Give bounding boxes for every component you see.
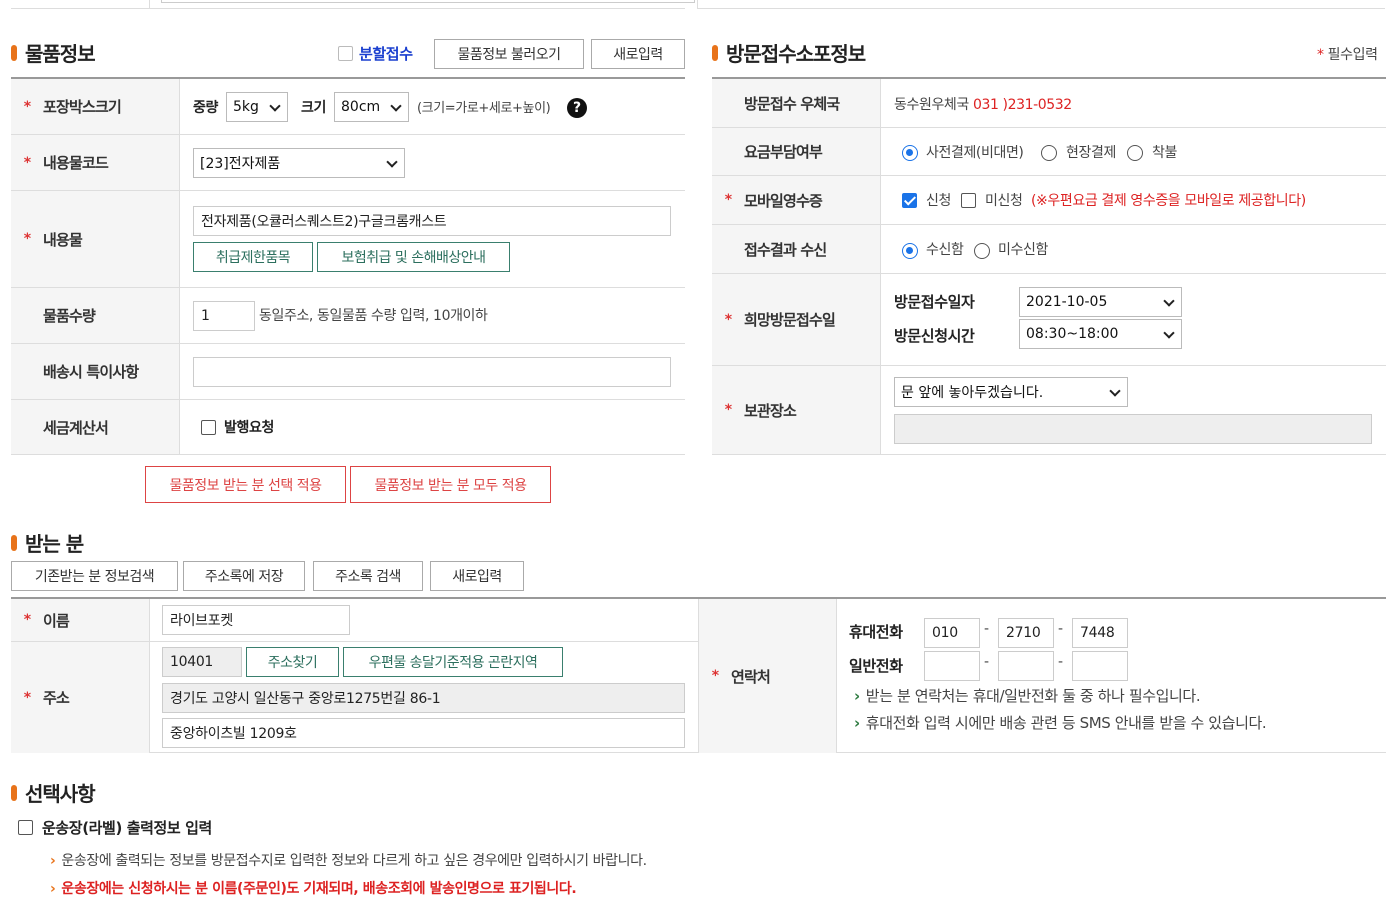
address-line2-input[interactable]: 중앙하이츠빌 1209호 xyxy=(162,718,685,748)
visit-date-select[interactable]: 2021-10-05 xyxy=(1019,287,1182,317)
item-table: * 포장박스크기 중량 5kg 크기 80cm (크기=가로+세로+높이) ? *… xyxy=(11,77,685,455)
result-receive-row: 접수결과 수신 수신함 미수신함 xyxy=(712,225,1386,274)
size-select[interactable]: 80cm xyxy=(334,92,409,122)
tax-invoice-label[interactable]: 발행요청 xyxy=(224,417,274,437)
chevron-down-icon xyxy=(1163,327,1175,339)
visit-table: 방문접수 우체국 동수원우체국 031 )231-0532 요금부담여부 사전결… xyxy=(712,77,1386,455)
mobile-receipt-apply-checkbox[interactable] xyxy=(902,193,917,208)
section-mark-icon xyxy=(11,44,17,61)
caret-icon: › xyxy=(50,853,56,869)
delivery-note-input[interactable] xyxy=(193,357,671,387)
item-section-title: 물품정보 xyxy=(11,38,96,67)
caret-icon: › xyxy=(854,714,860,732)
help-icon[interactable]: ? xyxy=(567,98,587,118)
delivery-note-row: 배송시 특이사항 xyxy=(11,344,685,400)
section-mark-icon xyxy=(11,784,17,801)
name-input[interactable]: 라이브포켓 xyxy=(162,605,350,635)
chevron-down-icon xyxy=(1109,385,1121,397)
top-right-remnant xyxy=(697,0,1385,9)
apply-selected-button[interactable]: 물품정보 받는 분 선택 적용 xyxy=(145,466,346,503)
mobile-receipt-decline-checkbox[interactable] xyxy=(961,193,976,208)
new-recipient-button[interactable]: 새로입력 xyxy=(430,561,524,591)
desired-date-row: * 희망방문접수일 방문접수일자 2021-10-05 방문신청시간 08:30~… xyxy=(712,274,1386,366)
post-office-row: 방문접수 우체국 동수원우체국 031 )231-0532 xyxy=(712,79,1386,128)
section-mark-icon xyxy=(712,44,718,61)
content-code-select[interactable]: [23]전자제품 xyxy=(193,148,405,178)
load-item-button[interactable]: 물품정보 불러오기 xyxy=(434,39,584,69)
mobile-part3-input[interactable]: 7448 xyxy=(1072,618,1128,648)
options-note-2: › 운송장에는 신청하시는 분 이름(주문인)도 기재되며, 배송조회에 발송인명… xyxy=(50,881,577,897)
receive-no-radio[interactable] xyxy=(974,243,990,259)
weight-label: 중량 xyxy=(193,100,218,116)
content-row: * 내용물 전자제품(오큘러스퀘스트2)구글크롬캐스트 취급제한품목 보험취급 및… xyxy=(11,191,685,288)
recipient-section-title: 받는 분 xyxy=(11,528,84,557)
quantity-row: 물품수량 1 동일주소, 동일물품 수량 입력, 10개이하 xyxy=(11,288,685,344)
content-code-row: * 내용물코드 [23]전자제품 xyxy=(11,135,685,191)
quantity-hint: 동일주소, 동일물품 수량 입력, 10개이하 xyxy=(259,308,488,324)
chevron-down-icon xyxy=(1163,295,1175,307)
payment-row: 요금부담여부 사전결제(비대면) 현장결제 착불 xyxy=(712,128,1386,176)
mobile-receipt-row: * 모바일영수증 신청 미신청 (※우편요금 결제 영수증을 모바일로 제공합니다… xyxy=(712,176,1386,225)
name-row: * 이름 라이브포켓 xyxy=(11,599,698,642)
storage-row: * 보관장소 문 앞에 놓아두겠습니다. xyxy=(712,366,1386,455)
contact-label-cell: * 연락처 xyxy=(699,599,837,753)
mobile-receipt-note: (※우편요금 결제 영수증을 모바일로 제공합니다) xyxy=(1031,193,1306,209)
zipcode-input[interactable]: 10401 xyxy=(162,647,242,677)
chevron-down-icon xyxy=(386,156,398,168)
contact-note-1: › 받는 분 연락처는 휴대/일반전화 둘 중 하나 필수입니다. xyxy=(854,687,1201,705)
options-note-1: › 운송장에 출력되는 정보를 방문접수지로 입력한 정보와 다르게 하고 싶은 … xyxy=(50,853,647,869)
difficult-area-button[interactable]: 우편물 송달기준적용 곤란지역 xyxy=(343,647,563,677)
phone-part1-input[interactable] xyxy=(924,651,980,681)
options-section-title: 선택사항 xyxy=(11,778,96,807)
label-print-checkbox[interactable] xyxy=(18,820,33,835)
payment-onsite-radio[interactable] xyxy=(1041,145,1057,161)
address-line1-input[interactable]: 경기도 고양시 일산동구 중앙로1275번길 86-1 xyxy=(162,683,685,713)
quantity-input[interactable]: 1 xyxy=(193,301,255,331)
payment-prepaid-radio[interactable] xyxy=(902,145,918,161)
post-office-name: 동수원우체국 031 )231-0532 xyxy=(894,97,1072,113)
apply-all-button[interactable]: 물품정보 받는 분 모두 적용 xyxy=(350,466,551,503)
required-note: * 필수입력 xyxy=(1317,47,1378,63)
box-size-row: * 포장박스크기 중량 5kg 크기 80cm (크기=가로+세로+높이) ? xyxy=(11,79,685,135)
recipient-table: * 이름 라이브포켓 * 주소 10401 주소찾기 우편물 송달기준적용 곤란지역… xyxy=(11,597,1386,753)
caret-icon: › xyxy=(854,687,860,705)
find-address-button[interactable]: 주소찾기 xyxy=(246,647,339,677)
top-left-remnant xyxy=(11,0,695,9)
section-mark-icon xyxy=(11,534,17,551)
content-input[interactable]: 전자제품(오큘러스퀘스트2)구글크롬캐스트 xyxy=(193,206,671,236)
size-label: 크기 xyxy=(301,100,326,116)
search-address-book-button[interactable]: 주소록 검색 xyxy=(313,561,423,591)
new-item-button[interactable]: 새로입력 xyxy=(591,39,685,69)
caret-icon: › xyxy=(50,881,56,897)
visit-section-title: 방문접수소포정보 xyxy=(712,38,866,67)
payment-cod-radio[interactable] xyxy=(1127,145,1143,161)
contact-note-2: › 휴대전화 입력 시에만 배송 관련 등 SMS 안내를 받을 수 있습니다. xyxy=(854,714,1267,732)
storage-extra-input[interactable] xyxy=(894,414,1372,444)
save-address-book-button[interactable]: 주소록에 저장 xyxy=(183,561,305,591)
search-previous-recipient-button[interactable]: 기존받는 분 정보검색 xyxy=(11,561,178,591)
mobile-part1-input[interactable]: 010 xyxy=(924,618,980,648)
chevron-down-icon xyxy=(390,100,402,112)
restricted-items-button[interactable]: 취급제한품목 xyxy=(193,242,313,272)
weight-select[interactable]: 5kg xyxy=(226,92,288,122)
split-checkbox[interactable] xyxy=(338,46,353,61)
phone-part2-input[interactable] xyxy=(998,651,1054,681)
split-checkbox-label[interactable]: 분할접수 xyxy=(359,43,413,64)
insurance-info-button[interactable]: 보험취급 및 손해배상안내 xyxy=(317,242,510,272)
receive-yes-radio[interactable] xyxy=(902,243,918,259)
mobile-part2-input[interactable]: 2710 xyxy=(998,618,1054,648)
label-print-label[interactable]: 운송장(라벨) 출력정보 입력 xyxy=(42,817,212,838)
tax-invoice-row: 세금계산서 발행요청 xyxy=(11,400,685,455)
tax-invoice-checkbox[interactable] xyxy=(201,420,216,435)
chevron-down-icon xyxy=(269,100,281,112)
visit-time-select[interactable]: 08:30~18:00 xyxy=(1019,319,1182,349)
phone-part3-input[interactable] xyxy=(1072,651,1128,681)
address-row: * 주소 10401 주소찾기 우편물 송달기준적용 곤란지역 경기도 고양시 일… xyxy=(11,642,698,753)
box-size-label: 포장박스크기 xyxy=(43,98,122,116)
size-hint: (크기=가로+세로+높이) xyxy=(417,101,551,116)
storage-select[interactable]: 문 앞에 놓아두겠습니다. xyxy=(894,377,1128,407)
